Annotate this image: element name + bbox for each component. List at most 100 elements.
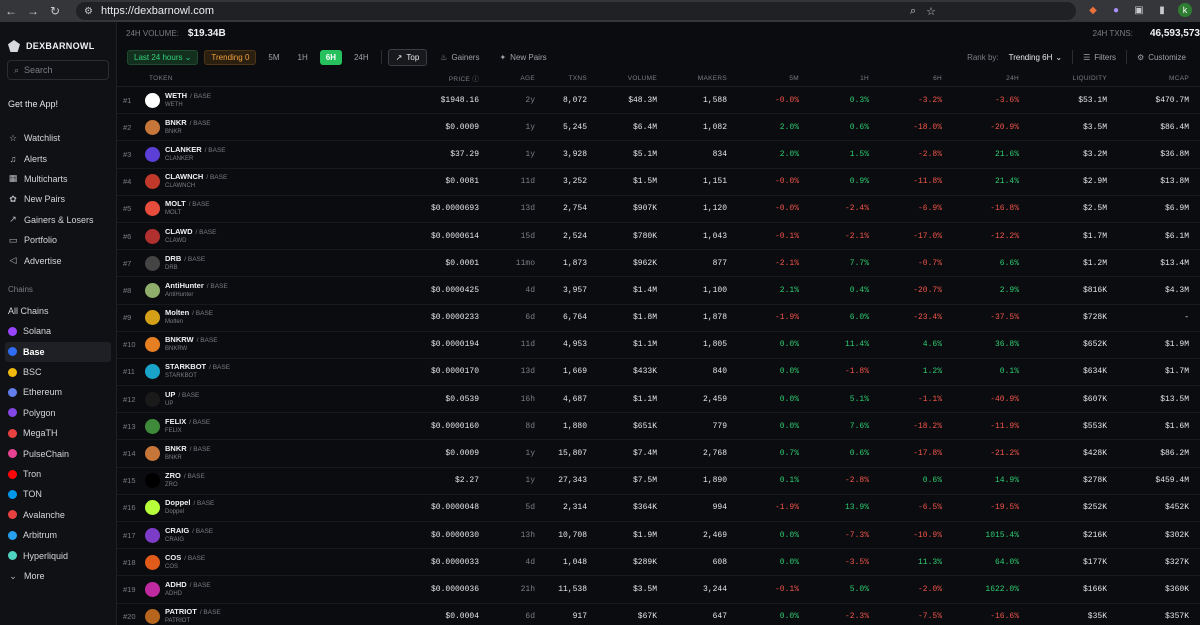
token-cell[interactable]: ZRO / BASE ZRO [145,471,345,490]
table-row[interactable]: #3 CLANKER / BASE CLANKER $37.29 1y 3,928 $5.1M… [117,141,1200,169]
header-volume[interactable]: VOLUME [587,75,657,82]
table-row[interactable]: #13 FELIX / BASE FELIX $0.0000160 8d 1,880 $651… [117,413,1200,441]
table-row[interactable]: #1 WETH / BASE WETH $1948.16 2y 8,072 $48.3M 1,5… [117,87,1200,115]
chain-item-bsc[interactable]: BSC [0,362,116,382]
zoom-icon[interactable]: ⌕ [910,5,916,18]
chain-item-all-chains[interactable]: All Chains [0,301,116,321]
token-cell[interactable]: AntiHunter / BASE AntiHunter [145,281,345,300]
token-cell[interactable]: FELIX / BASE FELIX [145,417,345,436]
header-liquidity[interactable]: LIQUIDITY [1019,75,1107,82]
extension-ghost-icon[interactable]: ● [1109,3,1123,17]
chain-item-arbitrum[interactable]: Arbitrum [0,525,116,545]
tab-top[interactable]: ↗ Top [387,48,428,66]
token-cell[interactable]: MOLT / BASE MOLT [145,199,345,218]
table-row[interactable]: #15 ZRO / BASE ZRO $2.27 1y 27,343 $7.5M 1,890 0.… [117,468,1200,495]
search-input[interactable]: ⌕ Search [7,60,109,80]
token-cell[interactable]: CLAWD / BASE CLAWD [145,227,345,246]
extension-fox-icon[interactable]: ◆ [1086,3,1100,17]
profile-avatar[interactable]: k [1178,3,1192,17]
trending-button[interactable]: Trending 0 [204,49,257,65]
token-cell[interactable]: COS / BASE COS [145,553,345,572]
chain-item-tron[interactable]: Tron [0,464,116,484]
table-row[interactable]: #4 CLAWNCH / BASE CLAWNCH $0.0081 11d 3,252 $1.… [117,169,1200,196]
token-cell[interactable]: BNKRW / BASE BNKRW [145,335,345,354]
tab-gainers[interactable]: ♨ Gainers [433,49,486,66]
reload-icon[interactable]: ↻ [44,0,66,22]
token-cell[interactable]: CLAWNCH / BASE CLAWNCH [145,172,345,191]
sidebar-item-alerts[interactable]: ♫ Alerts [0,148,116,168]
token-cell[interactable]: STARKBOT / BASE STARKBOT [145,362,345,381]
chain-item-hyperliquid[interactable]: Hyperliquid [0,545,116,565]
chain-item-base[interactable]: Base [5,341,111,362]
table-row[interactable]: #6 CLAWD / BASE CLAWD $0.0000614 15d 2,524 $780… [117,223,1200,251]
get-app-link[interactable]: Get the App! [8,99,116,115]
header-txns[interactable]: TXNS [535,75,587,82]
forward-icon[interactable]: → [22,0,44,22]
timeframe-5m[interactable]: 5M [262,50,285,65]
token-cell[interactable]: ADHD / BASE ADHD [145,580,345,599]
chain-item-pulsechain[interactable]: PulseChain [0,443,116,463]
rank-by-dropdown[interactable]: Trending 6H ⌄ [1009,53,1062,62]
sidebar-item-advertise[interactable]: ◁ Advertise [0,250,116,270]
header-mcap[interactable]: MCAP [1107,75,1189,82]
brand-logo[interactable]: DEXBARNOWL [0,22,116,58]
chain-item-ton[interactable]: TON [0,484,116,504]
sidebar-item-gainers-losers[interactable]: ↗ Gainers & Losers [0,210,116,230]
sidebar-item-watchlist[interactable]: ☆ Watchlist [0,128,116,148]
sidepanel-icon[interactable]: ▮ [1155,3,1169,17]
token-cell[interactable]: PATRIOT / BASE PATRIOT [145,607,345,625]
customize-button[interactable]: ⚙ Customize [1137,53,1186,62]
header-token[interactable]: TOKEN [145,75,345,82]
token-cell[interactable]: Molten / BASE Molten [145,308,345,327]
table-row[interactable]: #16 Doppel / BASE Doppel $0.0000048 5d 2,314 $3… [117,495,1200,522]
filters-button[interactable]: ☰ Filters [1083,53,1116,62]
table-row[interactable]: #10 BNKRW / BASE BNKRW $0.0000194 11d 4,953 $1.… [117,332,1200,359]
table-row[interactable]: #9 Molten / BASE Molten $0.0000233 6d 6,764 $1.… [117,305,1200,332]
site-info-icon[interactable]: ⚙ [84,6,93,17]
back-icon[interactable]: ← [0,0,22,22]
table-row[interactable]: #8 AntiHunter / BASE AntiHunter $0.0000425 4d… [117,277,1200,305]
header-makers[interactable]: MAKERS [657,75,727,82]
table-row[interactable]: #12 UP / BASE UP $0.0539 16h 4,687 $1.1M 2,459 0.… [117,386,1200,414]
tab-new-pairs[interactable]: ✦ New Pairs [492,49,553,66]
header-price[interactable]: PRICE ⓘ [345,73,479,83]
table-row[interactable]: #2 BNKR / BASE BNKR $0.0009 1y 5,245 $6.4M 1,082… [117,114,1200,142]
chain-item-polygon[interactable]: Polygon [0,403,116,423]
bookmark-star-icon[interactable]: ☆ [926,5,936,18]
period-dropdown[interactable]: Last 24 hours ⌄ [127,49,199,65]
header-5m[interactable]: 5M [727,75,799,82]
table-row[interactable]: #5 MOLT / BASE MOLT $0.0000693 13d 2,754 $907K 1… [117,196,1200,223]
header-age[interactable]: AGE [479,75,535,82]
token-cell[interactable]: BNKR / BASE BNKR [145,118,345,137]
chain-item-avalanche[interactable]: Avalanche [0,505,116,525]
token-cell[interactable]: UP / BASE UP [145,390,345,409]
chain-item-solana[interactable]: Solana [0,321,116,341]
table-row[interactable]: #7 DRB / BASE DRB $0.0001 11mo 1,873 $962K 877 -2… [117,250,1200,278]
token-cell[interactable]: CRAIG / BASE CRAIG [145,526,345,545]
sidebar-item-portfolio[interactable]: ▭ Portfolio [0,230,116,250]
chain-item-megath[interactable]: MegaTH [0,423,116,443]
table-row[interactable]: #17 CRAIG / BASE CRAIG $0.0000030 13h 10,708 $1… [117,522,1200,550]
token-cell[interactable]: CLANKER / BASE CLANKER [145,145,345,164]
extensions-puzzle-icon[interactable]: ▣ [1132,3,1146,17]
timeframe-24h[interactable]: 24H [348,50,375,65]
header-1h[interactable]: 1H [799,75,869,82]
table-row[interactable]: #11 STARKBOT / BASE STARKBOT $0.0000170 13d 1,… [117,359,1200,387]
timeframe-1h[interactable]: 1H [292,50,314,65]
header-24h[interactable]: 24H [942,75,1019,82]
address-bar[interactable]: ⚙ https://dexbarnowl.com ⌕ ☆ [76,2,1076,20]
table-row[interactable]: #14 BNKR / BASE BNKR $0.0009 1y 15,807 $7.4M 2,7… [117,440,1200,468]
chain-item-ethereum[interactable]: Ethereum [0,382,116,402]
table-row[interactable]: #20 PATRIOT / BASE PATRIOT $0.0004 6d 917 $67K 6… [117,604,1200,625]
sidebar-item-more[interactable]: ⌄ More [0,566,116,586]
table-row[interactable]: #19 ADHD / BASE ADHD $0.0000036 21h 11,538 $3.5… [117,576,1200,604]
token-cell[interactable]: DRB / BASE DRB [145,254,345,273]
token-cell[interactable]: BNKR / BASE BNKR [145,444,345,463]
table-row[interactable]: #18 COS / BASE COS $0.0000033 4d 1,048 $289K 608… [117,549,1200,577]
timeframe-6h[interactable]: 6H [319,49,342,65]
token-cell[interactable]: WETH / BASE WETH [145,91,345,110]
token-cell[interactable]: Doppel / BASE Doppel [145,498,345,517]
sidebar-item-multicharts[interactable]: ▦ Multicharts [0,169,116,189]
header-6h[interactable]: 6H [869,75,942,82]
sidebar-item-new-pairs[interactable]: ✿ New Pairs [0,189,116,209]
